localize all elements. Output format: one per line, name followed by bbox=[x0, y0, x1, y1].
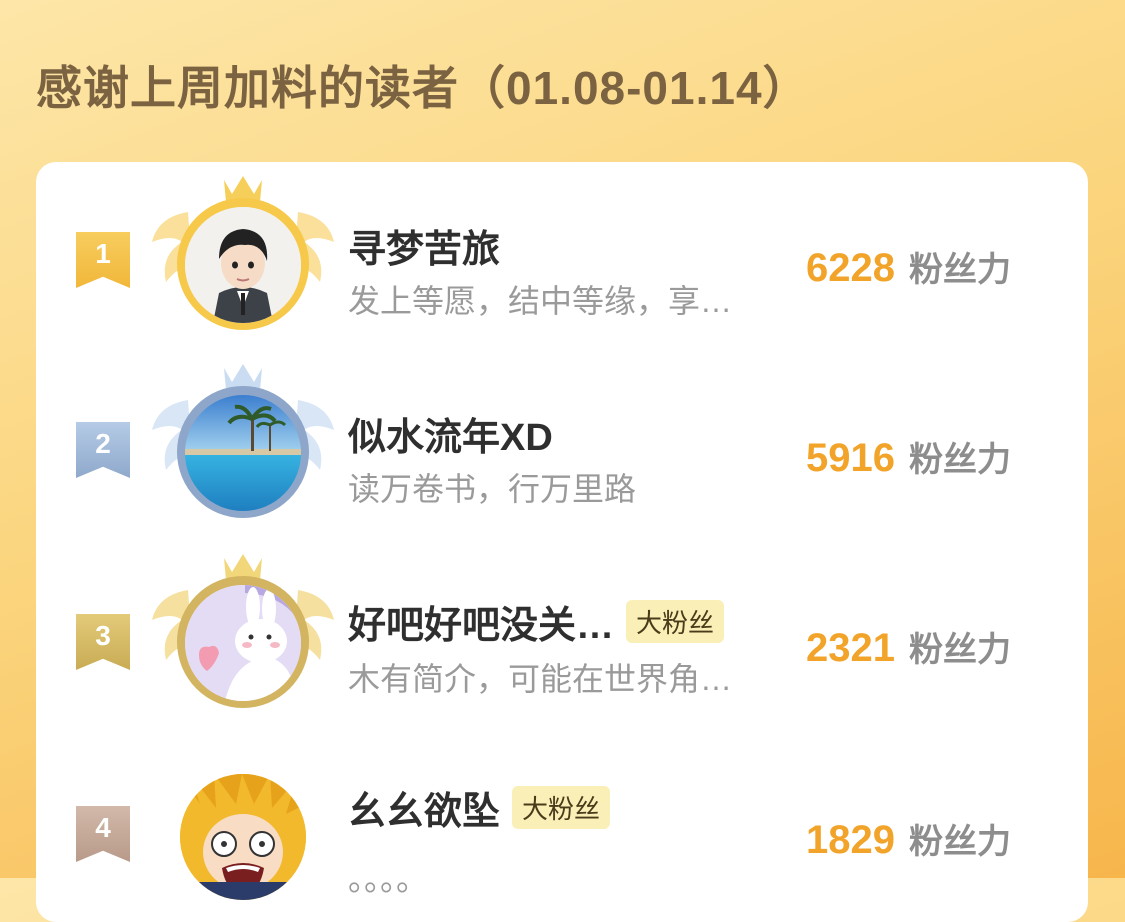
reader-row-3[interactable]: 3 好吧好吧没关… 大粉丝 木有简介，可能在世界角… 2321 粉丝力 bbox=[36, 550, 1088, 730]
bunny-heart-avatar[interactable] bbox=[180, 580, 306, 706]
rank-badge-4: 4 bbox=[76, 806, 130, 862]
reader-name[interactable]: 似水流年XD bbox=[348, 406, 553, 461]
reader-bio: 读万卷书，行万里路 bbox=[348, 471, 637, 507]
cartoon-man-avatar[interactable] bbox=[180, 202, 306, 328]
reader-row-1[interactable]: 1 寻梦苦旅 发上等愿，结中等缘，享… 6228 粉丝力 bbox=[36, 170, 1088, 350]
fan-power-unit: 粉丝力 bbox=[908, 823, 1011, 861]
avatar-frame-bronze bbox=[148, 550, 338, 730]
reader-ranking-card: 1 寻梦苦旅 发上等愿，结中等缘，享… 6228 粉丝力 2 似水流年XD 读万… bbox=[36, 162, 1088, 922]
avatar-frame-plain bbox=[148, 742, 338, 922]
beach-pool-avatar[interactable] bbox=[180, 390, 306, 516]
rank-badge-1: 1 bbox=[76, 232, 130, 288]
fan-power-unit: 粉丝力 bbox=[908, 251, 1011, 289]
reader-bio: 木有简介，可能在世界角… bbox=[348, 661, 733, 697]
reader-bio: 发上等愿，结中等缘，享… bbox=[348, 283, 733, 319]
rank-badge-2: 2 bbox=[76, 422, 130, 478]
big-fan-badge: 大粉丝 bbox=[512, 786, 611, 829]
fan-power-score: 1829 bbox=[806, 818, 895, 862]
reader-bio: 。。。。 bbox=[348, 861, 429, 897]
reader-row-2[interactable]: 2 似水流年XD 读万卷书，行万里路 5916 粉丝力 bbox=[36, 360, 1088, 540]
big-fan-badge: 大粉丝 bbox=[626, 600, 725, 643]
page-title: 感谢上周加料的读者（01.08-01.14） bbox=[36, 62, 810, 114]
rank-badge-3: 3 bbox=[76, 614, 130, 670]
avatar-frame-gold bbox=[148, 172, 338, 352]
fan-power-score: 2321 bbox=[806, 626, 895, 670]
reader-name[interactable]: 寻梦苦旅 bbox=[348, 218, 500, 273]
fan-power-score: 5916 bbox=[806, 436, 895, 480]
avatar-frame-silver bbox=[148, 360, 338, 540]
reader-name[interactable]: 幺幺欲坠 bbox=[348, 780, 500, 835]
fan-power-score: 6228 bbox=[806, 246, 895, 290]
fan-power-unit: 粉丝力 bbox=[908, 441, 1011, 479]
fan-power-unit: 粉丝力 bbox=[908, 631, 1011, 669]
reader-name[interactable]: 好吧好吧没关… bbox=[348, 594, 614, 649]
anime-boy-avatar[interactable] bbox=[180, 774, 306, 900]
reader-row-4[interactable]: 4 幺幺欲坠 大粉丝 。。。。 1829 粉丝力 bbox=[36, 742, 1088, 922]
